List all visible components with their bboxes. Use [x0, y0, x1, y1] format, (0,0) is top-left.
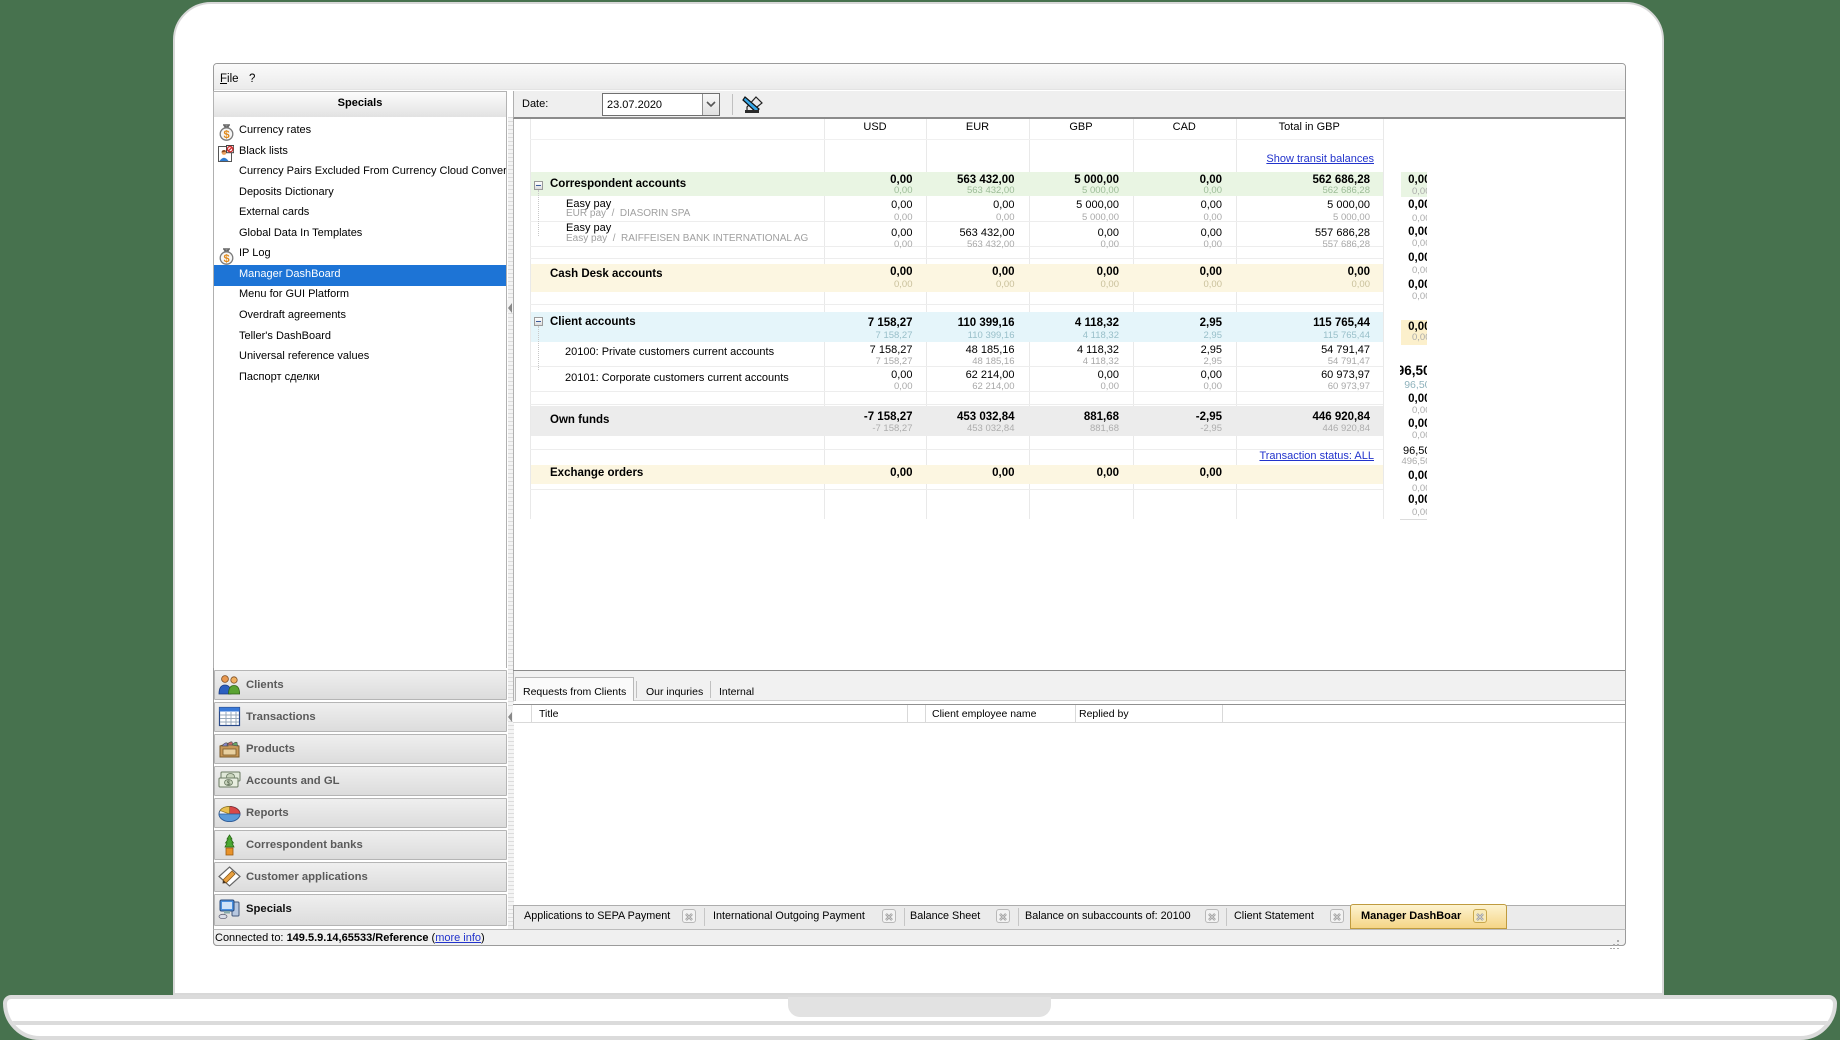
svg-text:$: $ [223, 129, 229, 141]
svg-text:$: $ [227, 780, 231, 787]
svg-text:$: $ [223, 253, 229, 265]
